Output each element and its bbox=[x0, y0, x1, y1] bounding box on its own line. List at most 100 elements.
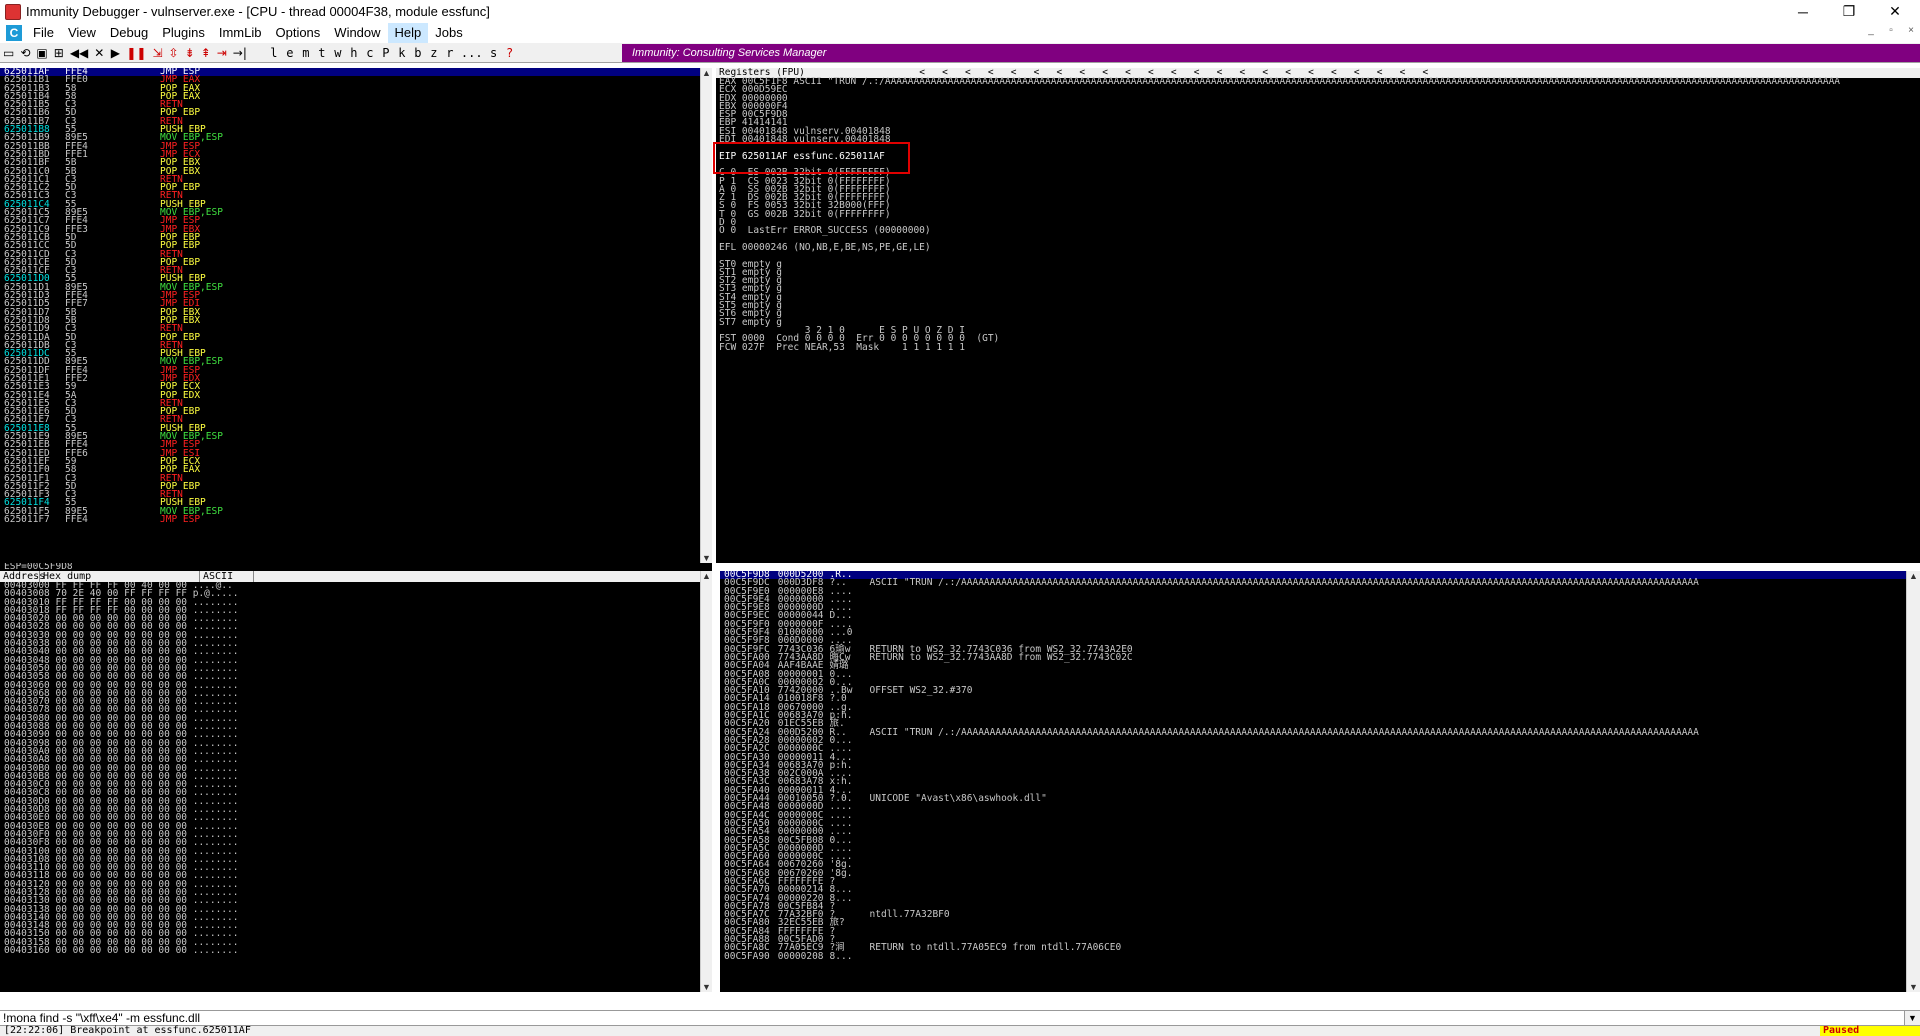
hexdump-row[interactable]: 00403160 00 00 00 00 00 00 00 00 .......… bbox=[0, 946, 700, 956]
hexdump-scrollbar[interactable]: ▲ ▼ bbox=[700, 571, 712, 992]
stack-row[interactable]: 00C5FA2C 0000000C.... bbox=[720, 744, 1906, 754]
stack-row[interactable]: 00C5F9EC 00000044 D... bbox=[720, 611, 1906, 621]
scroll-down-icon[interactable]: ▼ bbox=[701, 982, 712, 992]
disasm-row[interactable]: 625011C2 5D POP EBP bbox=[0, 183, 700, 193]
disasm-row[interactable]: 625011D1 89E5 MOV EBP,ESP bbox=[0, 282, 700, 292]
scroll-up-icon[interactable]: ▲ bbox=[701, 571, 712, 581]
disasm-row[interactable]: 625011C9 FFE3 JMP EBX bbox=[0, 224, 700, 234]
pause-icon[interactable]: ❚❚ bbox=[123, 44, 149, 62]
scroll-down-icon[interactable]: ▼ bbox=[701, 553, 712, 563]
stack-row[interactable]: 00C5FA28 00000002 0... bbox=[720, 736, 1906, 746]
disassembly-pane[interactable]: 625011AF FFE4 JMP ESP 625011B1 FFE0 JMP EAX 62… bbox=[0, 68, 700, 563]
stack-row[interactable]: 00C5FA7C 77A32BF0? ntdll.77A32BF0 bbox=[720, 910, 1906, 920]
mdi-restore-button[interactable]: ▫ bbox=[1882, 25, 1900, 41]
disasm-row[interactable]: 625011E1 FFE2 JMP EDX bbox=[0, 374, 700, 384]
step-into-icon[interactable]: ⇲ bbox=[149, 44, 165, 62]
goto-icon[interactable]: →| bbox=[230, 44, 250, 62]
attach-icon[interactable]: ⊞ bbox=[51, 44, 67, 62]
disasm-row[interactable]: 625011F5 89E5 MOV EBP,ESP bbox=[0, 506, 700, 516]
register-line[interactable]: ST4 empty g bbox=[719, 292, 1920, 302]
disasm-row[interactable]: 625011F3 C3 RETN bbox=[0, 490, 700, 500]
disasm-row[interactable]: 625011D0 55 PUSH EBP bbox=[0, 274, 700, 284]
stack-row[interactable]: 00C5FA6C FFFFFFFE? bbox=[720, 877, 1906, 887]
disasm-row[interactable]: 625011DF FFE4 JMP ESP bbox=[0, 365, 700, 375]
rewind-icon[interactable]: ◀◀ bbox=[67, 44, 91, 62]
hexdump-col-ascii[interactable]: ASCII bbox=[200, 571, 254, 582]
stack-row[interactable]: 00C5FA50 0000000C.... bbox=[720, 818, 1906, 828]
stack-row[interactable]: 00C5FA84 FFFFFFFE? bbox=[720, 926, 1906, 936]
disasm-row[interactable]: 625011F0 58 POP EAX bbox=[0, 465, 700, 475]
disasm-row[interactable]: 625011E8 55 PUSH EBP bbox=[0, 423, 700, 433]
stack-row[interactable]: 00C5FA04 AAF4BAAE 婧璐 bbox=[720, 661, 1906, 671]
menu-debug[interactable]: Debug bbox=[103, 23, 155, 43]
stack-row[interactable]: 00C5FA08 00000001 0... bbox=[720, 669, 1906, 679]
restart-icon[interactable]: ⟲ bbox=[17, 44, 33, 62]
register-line[interactable]: ECX 000D59EC bbox=[719, 85, 1920, 95]
register-line[interactable]: EAX 00C5F1F8 ASCII "TRUN /.:/AAAAAAAAAAA… bbox=[719, 77, 1920, 87]
stack-row[interactable]: 00C5F9E4 00000000.... bbox=[720, 594, 1906, 604]
register-line[interactable]: T 0 GS 002B 32bit 0(FFFFFFFF) bbox=[719, 209, 1920, 219]
disasm-row[interactable]: 625011E7 C3 RETN bbox=[0, 415, 700, 425]
disasm-row[interactable]: 625011E9 89E5 MOV EBP,ESP bbox=[0, 432, 700, 442]
disasm-row[interactable]: 625011B8 55 PUSH EBP bbox=[0, 125, 700, 135]
disasm-row[interactable]: 625011BD FFE1 JMP ECX bbox=[0, 150, 700, 160]
disasm-row[interactable]: 625011E3 59 POP ECX bbox=[0, 382, 700, 392]
close-icon[interactable]: ▣ bbox=[33, 44, 50, 62]
toolbar-threads-button[interactable]: t bbox=[314, 44, 330, 62]
menu-help[interactable]: Help bbox=[387, 23, 429, 43]
disasm-row[interactable]: 625011D9 C3 RETN bbox=[0, 324, 700, 334]
disasm-row[interactable]: 625011C4 55 PUSH EBP bbox=[0, 199, 700, 209]
register-line[interactable]: ST2 empty g bbox=[719, 276, 1920, 286]
stack-row[interactable]: 00C5FA64 00670260'8g. bbox=[720, 860, 1906, 870]
disasm-row[interactable]: 625011B4 58 POP EAX bbox=[0, 91, 700, 101]
stack-row[interactable]: 00C5FA48 0000000D.... bbox=[720, 802, 1906, 812]
stack-pane[interactable]: 00C5F9D8 000D5200 .R.. 00C5F9DC 000D3DF8?.. A… bbox=[720, 571, 1906, 992]
stack-row[interactable]: 00C5FA00 7743AA8D 晦Cw RETURN to WS2_32.7743… bbox=[720, 653, 1906, 663]
disasm-row[interactable]: 625011C0 5B POP EBX bbox=[0, 166, 700, 176]
disasm-row[interactable]: 625011CE 5D POP EBP bbox=[0, 257, 700, 267]
stack-row[interactable]: 00C5FA24 000D5200 R.. ASCII "TRUN /.:/AAAAA… bbox=[720, 727, 1906, 737]
stack-row[interactable]: 00C5FA70 00000214 8... bbox=[720, 885, 1906, 895]
run-icon[interactable]: ▶ bbox=[107, 44, 123, 62]
disassembly-scrollbar[interactable]: ▲ ▼ bbox=[700, 68, 712, 563]
stack-row[interactable]: 00C5FA5C 0000000D.... bbox=[720, 843, 1906, 853]
trace-over-icon[interactable]: ⇞ bbox=[198, 44, 214, 62]
stack-row[interactable]: 00C5FA38 002C000A.... bbox=[720, 769, 1906, 779]
stack-row[interactable]: 00C5FA8C 77A05EC9 ?涧 RETURN to ntdll.77A05E… bbox=[720, 943, 1906, 953]
disasm-row[interactable]: 625011DB C3 RETN bbox=[0, 340, 700, 350]
stack-row[interactable]: 00C5FA90 00000208 8... bbox=[720, 951, 1906, 961]
stop-icon[interactable]: ✕ bbox=[91, 44, 107, 62]
register-line[interactable]: EBX 000000F4 bbox=[719, 101, 1920, 111]
menu-plugins[interactable]: Plugins bbox=[155, 23, 212, 43]
scroll-down-icon[interactable]: ▼ bbox=[1907, 982, 1920, 992]
disasm-row[interactable]: 625011CD C3 RETN bbox=[0, 249, 700, 259]
menu-window[interactable]: Window bbox=[327, 23, 387, 43]
stack-row[interactable]: 00C5F9DC 000D3DF8?.. ASCII "TRUN /.:/AAAAA… bbox=[720, 578, 1906, 588]
disasm-row[interactable]: 625011F7 FFE4 JMP ESP bbox=[0, 515, 700, 525]
disasm-row[interactable]: 625011EB FFE4 JMP ESP bbox=[0, 440, 700, 450]
disasm-row[interactable]: 625011D7 5B POP EBX bbox=[0, 307, 700, 317]
disasm-row[interactable]: 625011DD 89E5 MOV EBP,ESP bbox=[0, 357, 700, 367]
disasm-row[interactable]: 625011B3 58 POP EAX bbox=[0, 83, 700, 93]
disasm-row[interactable]: 625011E6 5D POP EBP bbox=[0, 407, 700, 417]
register-line[interactable]: EDX 00000000 bbox=[719, 93, 1920, 103]
disasm-row[interactable]: 625011B5 C3 RETN bbox=[0, 100, 700, 110]
disasm-row[interactable]: 625011D5 FFE7 JMP EDI bbox=[0, 299, 700, 309]
stack-row[interactable]: 00C5FA10 77420000 ..Bw OFFSET WS2_32.#370 bbox=[720, 686, 1906, 696]
disasm-row[interactable]: 625011CC 5D POP EBP bbox=[0, 241, 700, 251]
disasm-row[interactable]: 625011E4 5A POP EDX bbox=[0, 390, 700, 400]
command-input[interactable]: !mona find -s "\xff\xe4" -m essfunc.dll bbox=[3, 1011, 200, 1025]
register-line[interactable]: ST6 empty g bbox=[719, 309, 1920, 319]
menu-options[interactable]: Options bbox=[268, 23, 327, 43]
disasm-row[interactable]: 625011F4 55 PUSH EBP bbox=[0, 498, 700, 508]
disasm-row[interactable]: 625011C1 C3 RETN bbox=[0, 174, 700, 184]
stack-row[interactable]: 00C5FA74 00000220 8... bbox=[720, 893, 1906, 903]
toolbar-hardware-breakpoints-button[interactable]: z bbox=[426, 44, 442, 62]
disasm-row[interactable]: 625011BB FFE4 JMP ESP bbox=[0, 141, 700, 151]
disasm-row[interactable]: 625011D3 FFE4 JMP ESP bbox=[0, 291, 700, 301]
mdi-minimize-button[interactable]: _ bbox=[1862, 25, 1880, 41]
toolbar-source-button[interactable]: s bbox=[486, 44, 502, 62]
disasm-row[interactable]: 625011CB 5D POP EBP bbox=[0, 233, 700, 243]
stack-row[interactable]: 00C5FA18 00670000 ..g. bbox=[720, 702, 1906, 712]
stack-row[interactable]: 00C5FA34 00683A70 p:h. bbox=[720, 760, 1906, 770]
